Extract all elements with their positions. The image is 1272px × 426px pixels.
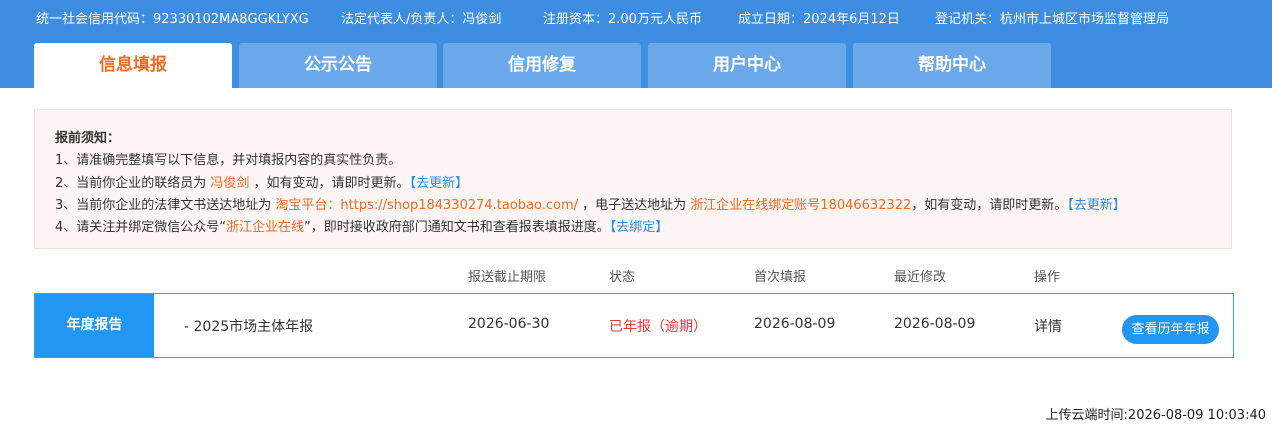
electronic-address: 浙江企业在线绑定账号18046632322 (690, 198, 912, 213)
report-last-modified: 2026-08-09 (894, 316, 976, 332)
update-liaison-link[interactable]: 【去更新】 (410, 176, 469, 191)
enterprise-info-row: 统一社会信用代码：92330102MA8GGKLYXG 法定代表人/负责人：冯俊… (0, 8, 1272, 27)
credit-code: 统一社会信用代码：92330102MA8GGKLYXG (36, 12, 309, 27)
notice-box: 报前须知： 1、请准确完整填写以下信息，并对填报内容的真实性负责。 2、当前你企… (34, 109, 1232, 249)
notice-line-3-suffix: ，如有变动，请即时更新。 (911, 198, 1068, 213)
col-status: 状态 (609, 270, 636, 285)
tab-info-filing[interactable]: 信息填报 (34, 43, 232, 88)
bind-wechat-link[interactable]: 【去绑定】 (610, 220, 669, 235)
notice-line-4-prefix: 4、请关注并绑定微信公众号“ (55, 220, 227, 235)
notice-title: 报前须知： (55, 131, 121, 146)
notice-line-2-suffix: ，如有变动，请即时更新。 (249, 176, 410, 191)
report-deadline: 2026-06-30 (468, 316, 550, 332)
legal-representative: 法定代表人/负责人：冯俊剑 (341, 12, 502, 27)
annual-report-row: 年度报告 - 2025市场主体年报 2026-06-30 已年报（逾期） 202… (34, 293, 1234, 358)
notice-line-1: 1、请准确完整填写以下信息，并对填报内容的真实性负责。 (55, 153, 402, 168)
tab-help-center[interactable]: 帮助中心 (853, 43, 1051, 88)
tab-user-center[interactable]: 用户中心 (648, 43, 846, 88)
registration-authority: 登记机关：杭州市上城区市场监督管理局 (935, 12, 1170, 27)
main-tabs: 信息填报 公示公告 信用修复 用户中心 帮助中心 (0, 43, 1272, 88)
detail-link[interactable]: 详情 (1034, 316, 1062, 336)
top-header: 统一社会信用代码：92330102MA8GGKLYXG 法定代表人/负责人：冯俊… (0, 0, 1272, 88)
notice-line-3-mid: ，电子送达地址为 (578, 198, 691, 213)
legal-doc-address: 淘宝平台：https://shop184330274.taobao.com/ (275, 198, 579, 213)
table-header: 报送截止期限 状态 首次填报 最近修改 操作 (0, 266, 1272, 285)
upload-time: 上传云端时间:2026-08-09 10:03:40 (1045, 408, 1266, 423)
establish-date: 成立日期：2024年6月12日 (738, 12, 900, 27)
col-first-filing: 首次填报 (754, 270, 807, 285)
notice-line-2-prefix: 2、当前你企业的联络员为 (55, 176, 211, 191)
liaison-name: 冯俊剑 (210, 176, 250, 191)
notice-line-3: 3、当前你企业的法律文书送达地址为 淘宝平台：https://shop18433… (55, 194, 1126, 213)
notice-line-4: 4、请关注并绑定微信公众号“浙江企业在线”，即时接收政府部门通知文书和查看报表填… (55, 216, 668, 235)
col-operations: 操作 (1034, 270, 1061, 285)
update-address-link[interactable]: 【去更新】 (1067, 198, 1126, 213)
tab-credit-repair[interactable]: 信用修复 (443, 43, 641, 88)
col-last-modified: 最近修改 (894, 270, 947, 285)
notice-line-4-suffix: ”，即时接收政府部门通知文书和查看报表填报进度。 (304, 220, 610, 235)
notice-line-3-prefix: 3、当前你企业的法律文书送达地址为 (55, 198, 276, 213)
wechat-account-name: 浙江企业在线 (226, 220, 305, 235)
view-history-reports-button[interactable]: 查看历年年报 (1122, 315, 1219, 344)
tab-public-notice[interactable]: 公示公告 (239, 43, 437, 88)
registered-capital: 注册资本：2.00万元人民币 (543, 12, 702, 27)
notice-line-2: 2、当前你企业的联络员为 冯俊剑 ，如有变动，请即时更新。【去更新】 (55, 172, 468, 191)
report-type-label: 年度报告 (35, 294, 154, 357)
report-first-filing: 2026-08-09 (754, 316, 836, 332)
col-deadline: 报送截止期限 (468, 270, 547, 285)
report-name: - 2025市场主体年报 (184, 319, 314, 335)
report-status: 已年报（逾期） (609, 319, 707, 335)
